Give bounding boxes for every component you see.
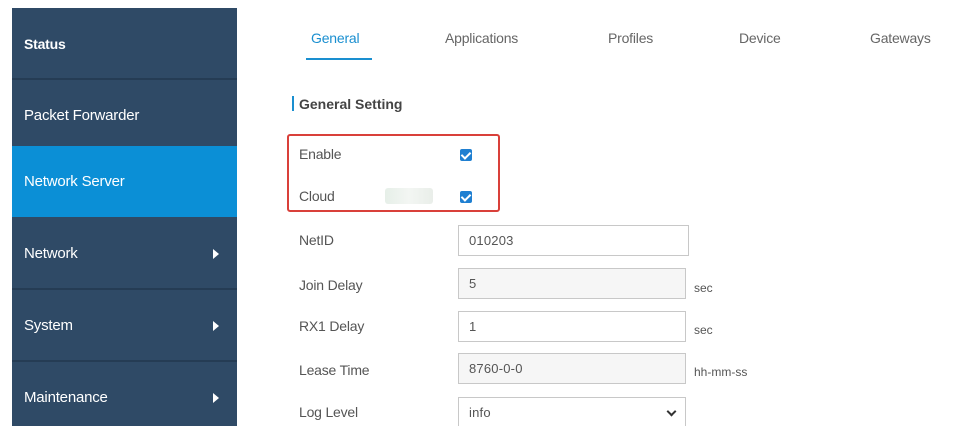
netid-input[interactable]: 010203 <box>458 225 689 256</box>
enable-checkbox[interactable] <box>460 149 472 161</box>
sidebar-item-label: Status <box>24 35 66 52</box>
sidebar-item-label: System <box>24 317 73 334</box>
sidebar-item-network-server[interactable]: Network Server <box>12 146 237 217</box>
section-marker <box>292 96 294 111</box>
tab-gateways[interactable]: Gateways <box>870 30 931 46</box>
sidebar: Status Packet Forwarder Network Server N… <box>12 8 237 426</box>
chevron-right-icon <box>213 392 219 403</box>
log-level-label: Log Level <box>299 404 358 420</box>
cloud-label: Cloud <box>299 188 335 204</box>
active-tab-indicator <box>306 58 372 60</box>
chevron-right-icon <box>213 248 219 259</box>
join-delay-unit: sec <box>694 281 713 295</box>
chevron-right-icon <box>213 320 219 331</box>
cloud-checkbox[interactable] <box>460 191 472 203</box>
lease-time-unit: hh-mm-ss <box>694 365 748 379</box>
join-delay-value: 5 <box>469 276 477 291</box>
lease-time-label: Lease Time <box>299 362 370 378</box>
sidebar-item-label: Network Server <box>24 173 125 190</box>
rx1-delay-value: 1 <box>469 319 477 334</box>
chevron-down-icon <box>666 406 677 417</box>
join-delay-input[interactable]: 5 <box>458 268 686 299</box>
log-level-value: info <box>469 405 491 420</box>
enable-label: Enable <box>299 146 342 162</box>
sidebar-item-label: Packet Forwarder <box>24 107 140 124</box>
lease-time-value: 8760-0-0 <box>469 361 523 376</box>
sidebar-item-label: Network <box>24 245 78 262</box>
sidebar-item-packet-forwarder[interactable]: Packet Forwarder <box>12 80 237 151</box>
sidebar-item-label: Maintenance <box>24 389 108 406</box>
lease-time-input[interactable]: 8760-0-0 <box>458 353 686 384</box>
tab-applications[interactable]: Applications <box>445 30 518 46</box>
rx1-delay-input[interactable]: 1 <box>458 311 686 342</box>
tab-device[interactable]: Device <box>739 30 781 46</box>
rx1-delay-unit: sec <box>694 323 713 337</box>
tab-general[interactable]: General <box>311 30 360 46</box>
rx1-delay-label: RX1 Delay <box>299 318 365 334</box>
tab-bar: General Applications Profiles Device Gat… <box>237 8 954 70</box>
section-title: General Setting <box>299 96 403 112</box>
netid-value: 010203 <box>469 233 514 248</box>
sidebar-item-maintenance[interactable]: Maintenance <box>12 362 237 426</box>
log-level-select[interactable]: info <box>458 397 686 426</box>
blurred-region <box>385 188 433 204</box>
tab-profiles[interactable]: Profiles <box>608 30 653 46</box>
join-delay-label: Join Delay <box>299 277 363 293</box>
sidebar-item-system[interactable]: System <box>12 290 237 361</box>
netid-label: NetID <box>299 232 334 248</box>
sidebar-item-network[interactable]: Network <box>12 218 237 289</box>
sidebar-item-status[interactable]: Status <box>12 8 237 79</box>
